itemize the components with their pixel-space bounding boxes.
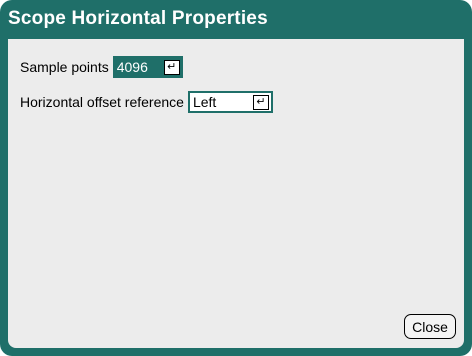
close-button[interactable]: Close (404, 314, 456, 339)
enter-return-icon[interactable]: ↵ (163, 59, 180, 75)
dialog-title: Scope Horizontal Properties (8, 8, 268, 29)
sample-points-field[interactable]: 4096 ↵ (112, 56, 183, 78)
sample-points-row: Sample points 4096 ↵ (20, 56, 183, 78)
horizontal-offset-field[interactable]: Left ↵ (187, 91, 273, 113)
horizontal-offset-row: Horizontal offset reference Left ↵ (20, 91, 273, 113)
horizontal-offset-label: Horizontal offset reference (20, 94, 184, 110)
sample-points-label: Sample points (20, 59, 109, 75)
enter-return-icon[interactable]: ↵ (252, 94, 269, 110)
scope-horizontal-properties-dialog: Scope Horizontal Properties Sample point… (0, 0, 472, 356)
horizontal-offset-value: Left (192, 94, 217, 110)
dialog-panel (8, 39, 464, 348)
sample-points-value: 4096 (116, 59, 148, 75)
